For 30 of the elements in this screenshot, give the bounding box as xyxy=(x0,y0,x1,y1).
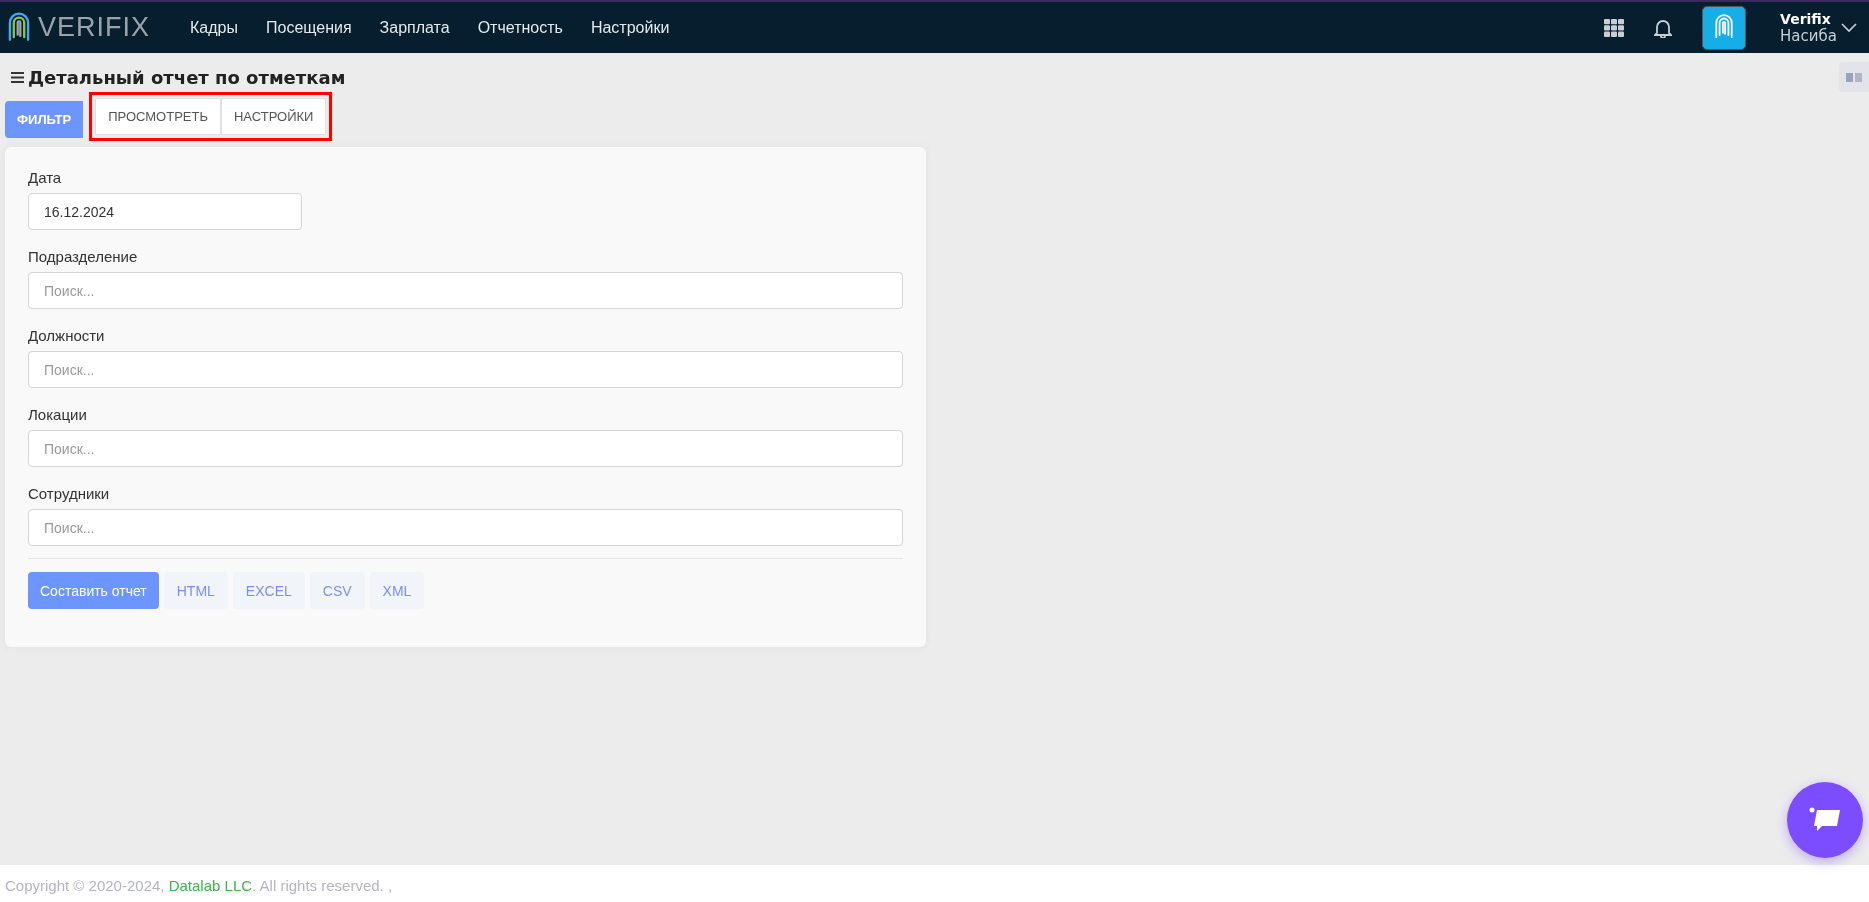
chevron-down-icon[interactable] xyxy=(1841,22,1857,33)
user-name: Насиба xyxy=(1780,26,1837,45)
nav-link[interactable]: Зарплата xyxy=(379,18,450,37)
company-name: Verifix xyxy=(1780,10,1832,27)
bell-icon[interactable] xyxy=(1654,17,1673,38)
translate-icon xyxy=(1846,72,1862,82)
logo-text: VERIFIX xyxy=(38,12,151,43)
menu-icon[interactable] xyxy=(11,72,24,83)
search-field[interactable]: Поиск... xyxy=(28,509,903,546)
nav-link[interactable]: Настройки xyxy=(590,18,670,37)
search-field[interactable]: Поиск... xyxy=(28,272,903,309)
nav-link[interactable]: Посещения xyxy=(266,18,352,37)
field-label: Сотрудники xyxy=(28,485,111,502)
field-label: Подразделение xyxy=(28,248,139,265)
search-field[interactable]: Поиск... xyxy=(28,430,903,467)
page-title: Детальный отчет по отметкам xyxy=(28,67,346,88)
nav-link[interactable]: Кадры xyxy=(190,18,238,37)
copyright-text: Copyright © 2020-2024, Datalab LLC. All rights reserved. , xyxy=(0,865,1869,902)
apps-grid-icon[interactable] xyxy=(1604,18,1625,37)
search-field[interactable]: Поиск... xyxy=(28,351,903,388)
field-label: Дата xyxy=(28,169,63,186)
field-label: Локации xyxy=(28,406,88,423)
field-label: Должности xyxy=(28,327,106,344)
date-field[interactable]: 16.12.2024 xyxy=(28,193,302,230)
chat-button[interactable] xyxy=(1787,782,1863,858)
tab[interactable]: НАСТРОЙКИ xyxy=(221,98,327,135)
avatar-fingerprint-icon[interactable] xyxy=(1702,5,1747,50)
speech-bubble-icon xyxy=(1808,806,1842,834)
tab[interactable]: ПРОСМОТРЕТЬ xyxy=(95,98,221,135)
nav-link[interactable]: Отчетность xyxy=(477,18,563,37)
